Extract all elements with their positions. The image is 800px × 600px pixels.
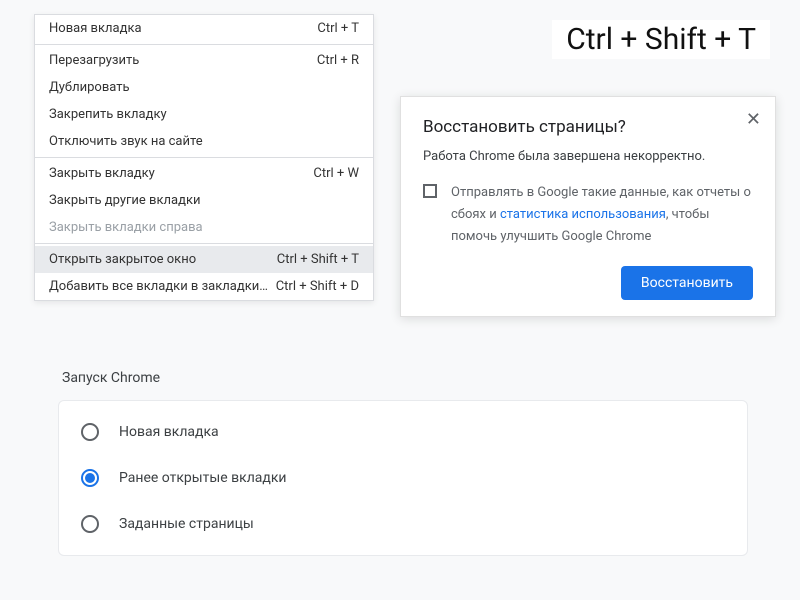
startup-options-card: Новая вкладка Ранее открытые вкладки Задан… bbox=[58, 400, 748, 556]
radio-icon bbox=[81, 469, 99, 487]
menu-item[interactable]: Закрыть другие вкладки bbox=[35, 187, 373, 214]
menu-item[interactable]: Добавить все вкладки в закладки… Ctrl + S… bbox=[35, 273, 373, 300]
menu-item-label: Перезагрузить bbox=[49, 53, 139, 68]
startup-option-label: Ранее открытые вкладки bbox=[119, 470, 287, 486]
restore-button[interactable]: Восстановить bbox=[621, 266, 753, 300]
dialog-subtitle: Работа Chrome была завершена некорректно… bbox=[423, 149, 753, 164]
startup-option[interactable]: Новая вкладка bbox=[59, 409, 747, 455]
startup-option-label: Заданные страницы bbox=[119, 516, 254, 532]
startup-settings-title: Запуск Chrome bbox=[58, 370, 748, 386]
radio-icon bbox=[81, 423, 99, 441]
menu-item-label: Закрепить вкладку bbox=[49, 107, 167, 122]
menu-item-label: Отключить звук на сайте bbox=[49, 134, 203, 149]
menu-item-shortcut: Ctrl + T bbox=[317, 21, 359, 36]
dialog-body-text: Отправлять в Google такие данные, как от… bbox=[451, 182, 753, 248]
menu-separator bbox=[35, 157, 373, 158]
tab-context-menu: Новая вкладка Ctrl + T Перезагрузить Ctrl +… bbox=[34, 14, 374, 301]
menu-item[interactable]: Перезагрузить Ctrl + R bbox=[35, 47, 373, 74]
menu-separator bbox=[35, 44, 373, 45]
menu-item-label: Открыть закрытое окно bbox=[49, 252, 196, 267]
restore-pages-dialog: ✕ Восстановить страницы? Работа Chrome б… bbox=[400, 96, 776, 317]
menu-item-label: Новая вкладка bbox=[49, 21, 142, 36]
startup-option[interactable]: Заданные страницы bbox=[59, 501, 747, 547]
menu-item[interactable]: Открыть закрытое окно Ctrl + Shift + T bbox=[35, 246, 373, 273]
menu-item: Закрыть вкладки справа bbox=[35, 214, 373, 241]
menu-item-label: Дублировать bbox=[49, 80, 130, 95]
menu-item-shortcut: Ctrl + W bbox=[313, 166, 359, 181]
menu-item-shortcut: Ctrl + Shift + D bbox=[276, 279, 359, 294]
menu-item[interactable]: Новая вкладка Ctrl + T bbox=[35, 15, 373, 42]
menu-item-label: Добавить все вкладки в закладки… bbox=[49, 279, 268, 294]
menu-item-label: Закрыть другие вкладки bbox=[49, 193, 200, 208]
send-reports-checkbox[interactable] bbox=[423, 184, 437, 198]
dialog-title: Восстановить страницы? bbox=[423, 117, 753, 137]
menu-item-label: Закрыть вкладку bbox=[49, 166, 155, 181]
menu-separator bbox=[35, 243, 373, 244]
menu-item-shortcut: Ctrl + R bbox=[317, 53, 359, 68]
radio-icon bbox=[81, 515, 99, 533]
shortcut-heading: Ctrl + Shift + T bbox=[552, 20, 770, 59]
startup-option-label: Новая вкладка bbox=[119, 424, 219, 440]
startup-option[interactable]: Ранее открытые вкладки bbox=[59, 455, 747, 501]
menu-item[interactable]: Дублировать bbox=[35, 74, 373, 101]
menu-item[interactable]: Закрепить вкладку bbox=[35, 101, 373, 128]
menu-item-label: Закрыть вкладки справа bbox=[49, 220, 203, 235]
menu-item-shortcut: Ctrl + Shift + T bbox=[277, 252, 359, 267]
usage-stats-link[interactable]: статистика использования bbox=[500, 207, 666, 222]
close-icon[interactable]: ✕ bbox=[746, 111, 761, 129]
menu-item[interactable]: Отключить звук на сайте bbox=[35, 128, 373, 155]
menu-item[interactable]: Закрыть вкладку Ctrl + W bbox=[35, 160, 373, 187]
startup-settings-section: Запуск Chrome Новая вкладка Ранее открыты… bbox=[58, 370, 748, 556]
